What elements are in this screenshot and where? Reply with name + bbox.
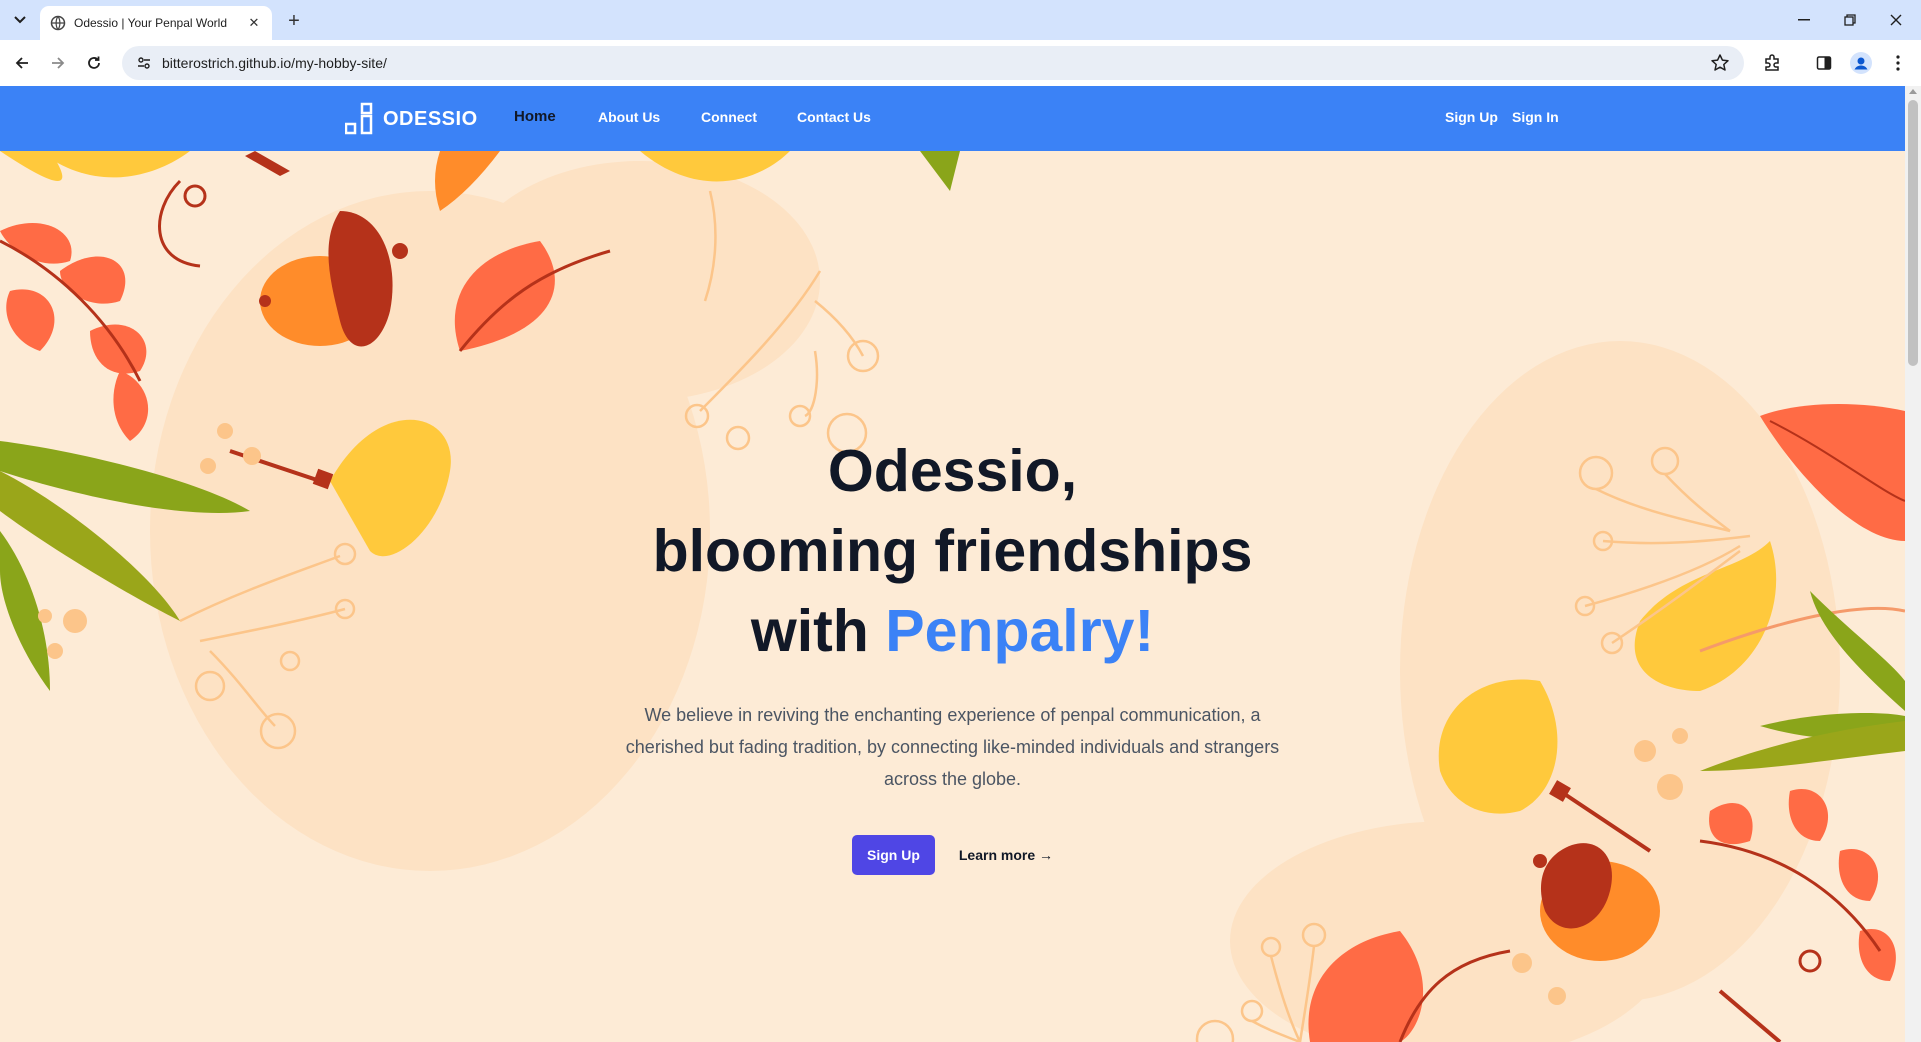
hero-heading: Odessio, blooming friendships with Penpa… (560, 431, 1345, 671)
nav-home[interactable]: Home (514, 108, 556, 125)
browser-tab-bar: Odessio | Your Penpal World ✕ + (0, 0, 1921, 40)
profile-icon[interactable] (1849, 51, 1873, 75)
extensions-icon[interactable] (1760, 51, 1784, 75)
globe-icon (50, 15, 66, 31)
site-navbar: ODESSIO Home About Us Connect Contact Us… (0, 86, 1905, 151)
more-icon[interactable] (1886, 51, 1910, 75)
brand-logo[interactable]: ODESSIO (345, 102, 478, 136)
star-icon[interactable] (1710, 53, 1730, 73)
browser-tab-active[interactable]: Odessio | Your Penpal World ✕ (40, 6, 272, 40)
close-icon[interactable]: ✕ (246, 15, 262, 31)
nav-sign-up[interactable]: Sign Up (1445, 109, 1498, 125)
page-scrollbar[interactable] (1905, 86, 1921, 1042)
address-bar[interactable]: bitterostrich.github.io/my-hobby-site/ (122, 46, 1744, 80)
tab-list-icon[interactable] (8, 8, 32, 32)
hero-heading-line2: blooming friendships (652, 518, 1253, 584)
close-window-icon[interactable] (1882, 8, 1910, 32)
hero-description: We believe in reviving the enchanting ex… (625, 705, 1280, 789)
scrollbar-thumb[interactable] (1908, 100, 1918, 366)
reload-icon[interactable] (82, 51, 106, 75)
restore-icon[interactable] (1836, 8, 1864, 32)
side-panel-icon[interactable] (1812, 51, 1836, 75)
browser-toolbar: bitterostrich.github.io/my-hobby-site/ (0, 40, 1921, 86)
back-icon[interactable] (10, 51, 34, 75)
forward-icon[interactable] (46, 51, 70, 75)
nav-contact-us[interactable]: Contact Us (797, 109, 871, 125)
nav-connect[interactable]: Connect (701, 109, 757, 125)
hero-section: Odessio, blooming friendships with Penpa… (560, 431, 1345, 875)
nav-about-us[interactable]: About Us (598, 109, 660, 125)
tab-title: Odessio | Your Penpal World (74, 16, 227, 30)
nav-sign-in[interactable]: Sign In (1512, 109, 1559, 125)
minimize-icon[interactable] (1790, 8, 1818, 32)
hero-cta-group: Sign Up Learn more → (560, 835, 1345, 875)
hero-heading-line3-prefix: with (750, 598, 886, 664)
site-info-icon[interactable] (134, 53, 154, 73)
learn-more-link[interactable]: Learn more → (959, 847, 1053, 863)
url-text: bitterostrich.github.io/my-hobby-site/ (162, 55, 387, 71)
hero-heading-accent: Penpalry! (885, 598, 1155, 664)
plus-icon[interactable]: + (282, 9, 306, 33)
brand-name: ODESSIO (383, 107, 478, 130)
hero-sign-up-button[interactable]: Sign Up (851, 835, 935, 875)
scroll-up-arrow-icon[interactable] (1909, 89, 1917, 94)
logo-icon (345, 102, 373, 135)
hero-heading-line1: Odessio, (827, 438, 1078, 504)
page-viewport: ODESSIO Home About Us Connect Contact Us… (0, 86, 1905, 1042)
